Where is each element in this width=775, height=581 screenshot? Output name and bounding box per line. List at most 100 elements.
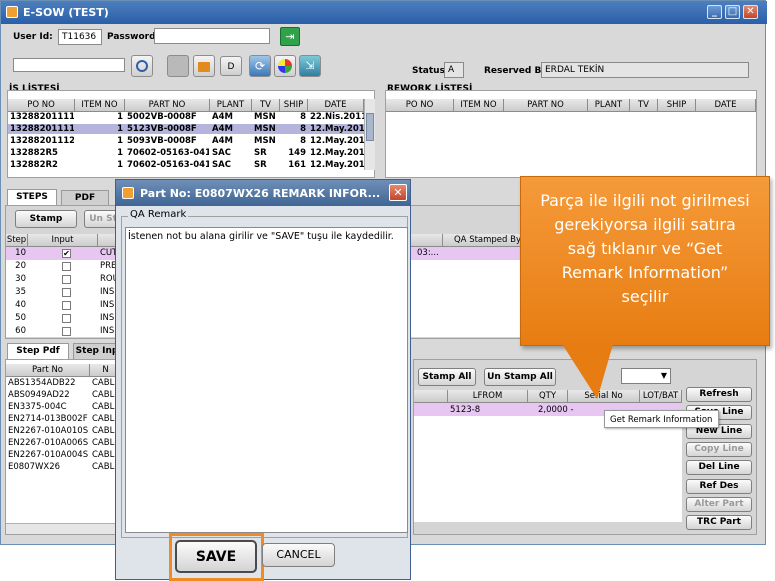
filter-select[interactable]: ▼ — [621, 368, 671, 384]
login-button[interactable]: ⇥ — [280, 27, 300, 46]
reserved-by-field: ERDAL TEKİN — [541, 62, 749, 78]
step-number: 40 — [15, 300, 26, 310]
step-checkbox[interactable] — [62, 288, 71, 297]
col-tv[interactable]: TV — [252, 99, 280, 112]
step-checkbox[interactable] — [62, 314, 71, 323]
list-item[interactable]: EN3375-004C CABL — [6, 402, 122, 413]
table-row[interactable]: 132882011119 1 5123VB-0008F A4M MSN 8 12.May.2… — [8, 124, 364, 134]
rework-col-plant[interactable]: PLANT — [588, 99, 630, 112]
step-checkbox[interactable] — [62, 301, 71, 310]
step-checkbox[interactable]: ✔ — [62, 249, 71, 258]
side-button-copy-line[interactable]: Copy Line — [686, 441, 752, 457]
col-input[interactable]: Input — [28, 234, 98, 247]
list-n: CABL — [92, 414, 115, 424]
list-part-no: EN2267-010A010S — [8, 426, 89, 436]
col-part-no-list[interactable]: Part No — [6, 364, 90, 377]
tab-pdf[interactable]: PDF — [61, 190, 109, 206]
dialog-close-button[interactable]: ✕ — [389, 184, 407, 201]
side-button-alter-part[interactable]: Alter Part — [686, 496, 752, 512]
list-part-no: ABS1354ADB22 — [8, 378, 76, 388]
rework-listesi-panel: PO NO ITEM NO PART NO PLANT TV SHIP DATE — [385, 90, 757, 178]
search-input[interactable] — [13, 58, 125, 72]
col-lfrom[interactable]: LFROM — [448, 390, 528, 403]
qa-remark-group: QA Remark İstenen not bu alana girilir v… — [121, 209, 408, 538]
col-date[interactable]: DATE — [308, 99, 364, 112]
password-field[interactable] — [154, 28, 270, 44]
rework-col-item-no[interactable]: ITEM NO — [454, 99, 504, 112]
maximize-button[interactable]: □ — [725, 5, 740, 19]
rework-col-part-no[interactable]: PART NO — [504, 99, 588, 112]
step-checkbox[interactable] — [62, 262, 71, 271]
list-part-no: EN2267-010A006S — [8, 438, 89, 448]
remark-text: İstenen not bu alana girilir ve "SAVE" t… — [128, 231, 394, 242]
table-cell: 12.May.2011 — [310, 160, 364, 170]
search-button[interactable] — [131, 55, 153, 77]
col-ship[interactable]: SHIP — [280, 99, 308, 112]
table-cell: 8 — [300, 136, 306, 146]
unstamp-all-button[interactable]: Un Stamp All — [484, 368, 556, 386]
context-menu: Get Remark Information — [604, 410, 719, 428]
list-item[interactable]: ABS1354ADB22 CABL — [6, 378, 122, 389]
get-remark-information-item[interactable]: Get Remark Information — [610, 415, 712, 425]
refresh-tool-button[interactable]: ⟳ — [249, 55, 271, 77]
disabled-tool-button[interactable] — [167, 55, 189, 77]
tab-step-inp[interactable]: Step Inp — [73, 343, 121, 359]
col-qty[interactable]: QTY — [528, 390, 568, 403]
table-cell: 22.Nis.2011 — [310, 112, 364, 122]
list-n: CABL — [92, 426, 115, 436]
table-cell: 13288201111 — [10, 112, 74, 122]
table-cell: SR — [254, 160, 267, 170]
tab-steps[interactable]: STEPS — [7, 189, 57, 205]
list-item[interactable]: EN2267-010A004S CABL — [6, 450, 122, 461]
col-lot-bat[interactable]: LOT/BAT — [640, 390, 682, 403]
save-button[interactable]: SAVE — [175, 540, 257, 573]
callout-text: Parça ile ilgili not girilmesi gerekiyor… — [540, 191, 750, 306]
rework-col-tv[interactable]: TV — [630, 99, 658, 112]
step-number: 60 — [15, 326, 26, 336]
stamp-all-button[interactable]: Stamp All — [418, 368, 476, 386]
step-checkbox[interactable] — [62, 327, 71, 336]
is-listesi-scrollbar[interactable] — [364, 99, 375, 170]
col-item-no[interactable]: ITEM NO — [75, 99, 125, 112]
rework-col-date[interactable]: DATE — [696, 99, 756, 112]
exit-button[interactable]: ⇲ — [299, 55, 321, 77]
palette-button[interactable] — [274, 55, 296, 77]
side-button-del-line[interactable]: Del Line — [686, 460, 752, 476]
stamp-button[interactable]: Stamp — [15, 210, 77, 228]
list-item[interactable]: EN2267-010A006S CABL — [6, 438, 122, 449]
table-cell: 5002VB-0008F — [127, 112, 197, 122]
side-button-trc-part[interactable]: TRC Part — [686, 515, 752, 531]
side-button-ref-des[interactable]: Ref Des — [686, 478, 752, 494]
step-pdf-hscroll[interactable] — [6, 523, 122, 534]
d-button[interactable]: D — [220, 56, 242, 76]
col-step[interactable]: Step — [6, 234, 28, 247]
table-row[interactable]: 13288201111 1 5002VB-0008F A4M MSN 8 22.Nis.20… — [8, 112, 364, 122]
list-item[interactable]: EN2714-013B002F CABL — [6, 414, 122, 425]
rework-col-po-no[interactable]: PO NO — [386, 99, 454, 112]
step-checkbox[interactable] — [62, 275, 71, 284]
close-button[interactable]: ✕ — [743, 5, 758, 19]
table-row[interactable]: 132882011121 1 5093VB-0008F A4M MSN 8 12.May.2… — [8, 136, 364, 146]
list-item[interactable]: E0807WX26 CABL — [6, 462, 122, 473]
magnifier-icon — [136, 60, 148, 72]
lock-button[interactable] — [193, 55, 215, 77]
table-row[interactable]: 132882R5 1 70602-05163-041 SAC SR 149 12.May.2… — [8, 148, 364, 158]
side-button-refresh[interactable]: Refresh — [686, 387, 752, 402]
remark-textarea[interactable]: İstenen not bu alana girilir ve "SAVE" t… — [125, 227, 408, 533]
material-lfrom: 5123-8 — [450, 405, 481, 415]
minimize-button[interactable]: _ — [707, 5, 722, 19]
tab-step-pdf[interactable]: Step Pdf — [7, 343, 69, 359]
col-po-no[interactable]: PO NO — [8, 99, 75, 112]
user-id-field[interactable]: T11636 — [58, 29, 102, 45]
cancel-button[interactable]: CANCEL — [262, 543, 335, 567]
col-part-no[interactable]: PART NO — [125, 99, 210, 112]
step-pdf-header: Part No N — [6, 364, 122, 377]
list-item[interactable]: EN2267-010A010S CABL — [6, 426, 122, 437]
rework-col-ship[interactable]: SHIP — [658, 99, 696, 112]
close-icon: ✕ — [393, 186, 403, 199]
scroll-thumb[interactable] — [366, 113, 374, 141]
col-plant[interactable]: PLANT — [210, 99, 252, 112]
table-row[interactable]: 132882R2 1 70602-05163-041 SAC SR 161 12.May.2… — [8, 160, 364, 170]
list-item[interactable]: ABS0949AD22 CABL — [6, 390, 122, 401]
list-n: CABL — [92, 438, 115, 448]
